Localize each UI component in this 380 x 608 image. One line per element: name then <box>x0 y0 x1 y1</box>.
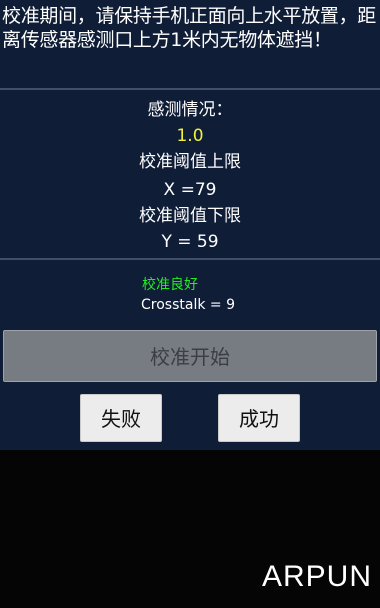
divider-top <box>0 88 380 90</box>
fail-button[interactable]: 失败 <box>80 394 162 442</box>
sensing-label: 感测情况： <box>147 100 233 120</box>
divider-middle <box>0 258 380 260</box>
lower-threshold-label: 校准阈值下限 <box>139 206 241 226</box>
upper-threshold-value: X =79 <box>163 180 217 200</box>
start-calibration-button[interactable]: 校准开始 <box>3 330 377 382</box>
calibration-instruction: 校准期间，请保持手机正面向上水平放置，距离传感器感测口上方1米内无物体遮挡！ <box>2 5 377 51</box>
upper-threshold-label: 校准阈值上限 <box>139 152 241 172</box>
lower-threshold-value: Y = 59 <box>161 232 219 252</box>
watermark-logo: ARPUN <box>261 560 372 593</box>
crosstalk-value: Crosstalk = 9 <box>141 297 235 313</box>
success-button[interactable]: 成功 <box>218 394 300 442</box>
calibration-status: 校准良好 <box>142 277 198 293</box>
sensing-value: 1.0 <box>176 126 204 146</box>
